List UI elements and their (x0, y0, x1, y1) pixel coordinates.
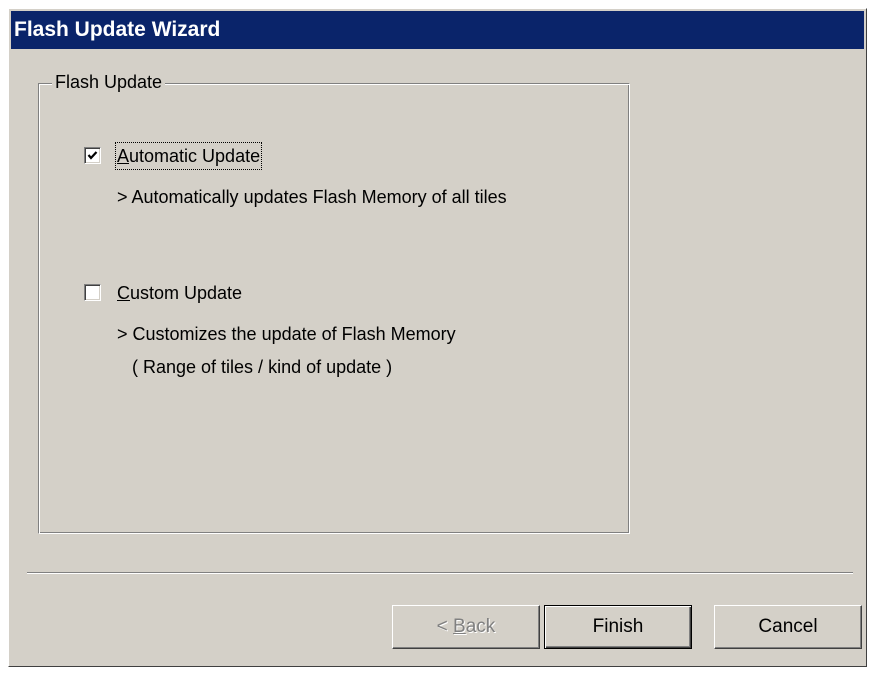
cancel-button[interactable]: Cancel (714, 605, 862, 649)
back-button[interactable]: < Back (392, 605, 540, 649)
checkmark-icon (87, 151, 98, 160)
custom-update-checkbox[interactable] (84, 284, 101, 301)
custom-update-label[interactable]: Custom Update (117, 281, 242, 305)
separator (27, 572, 853, 574)
automatic-update-description: > Automatically updates Flash Memory of … (117, 187, 507, 207)
window-title: Flash Update Wizard (14, 18, 221, 41)
custom-update-description-line2: ( Range of tiles / kind of update ) (132, 357, 393, 377)
finish-button[interactable]: Finish (544, 605, 692, 649)
automatic-update-checkbox[interactable] (84, 147, 101, 164)
automatic-update-label[interactable]: Automatic Update (114, 142, 263, 170)
groupbox-label: Flash Update (52, 70, 166, 94)
custom-update-description-line1: > Customizes the update of Flash Memory (117, 324, 456, 344)
title-bar[interactable]: Flash Update Wizard (11, 11, 864, 49)
